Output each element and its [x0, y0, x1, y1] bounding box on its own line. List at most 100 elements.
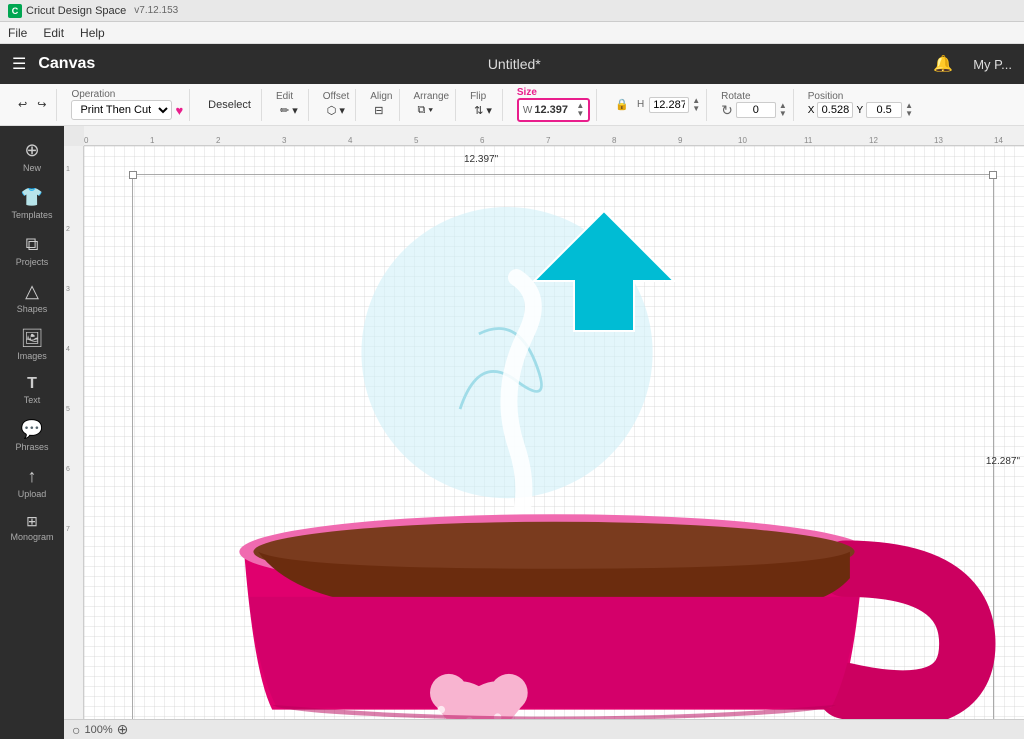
deselect-button[interactable]: Deselect: [204, 97, 255, 113]
my-profile[interactable]: My P...: [973, 57, 1012, 72]
ruler-4: 4: [348, 136, 352, 145]
height-spinners[interactable]: ▲ ▼: [692, 97, 700, 113]
main-layout: ⊕ New 👕 Templates ⧉ Projects △ Shapes 🖼 …: [0, 126, 1024, 739]
ruler-2: 2: [216, 136, 220, 145]
sidebar-item-phrases[interactable]: 💬 Phrases: [4, 413, 60, 458]
deselect-group: Deselect: [198, 89, 262, 121]
offset-button[interactable]: ⬡ ▾: [323, 102, 349, 119]
document-title: Untitled*: [107, 56, 921, 72]
flip-group: Flip ⇅ ▾: [464, 89, 503, 121]
y-input[interactable]: [866, 102, 902, 118]
redo-button[interactable]: ↪: [33, 96, 50, 113]
position-section: Position X Y ▲ ▼: [808, 91, 913, 118]
arrange-label: Arrange: [414, 91, 450, 102]
ruler-8: 8: [612, 136, 616, 145]
size-section: Size W ▲ ▼: [517, 87, 590, 122]
canvas-content: 12.397" 12.287": [84, 146, 1024, 719]
ruler-0: 0: [84, 136, 88, 145]
upload-icon: ↑: [28, 466, 37, 487]
sidebar-item-text[interactable]: T Text: [4, 369, 60, 411]
menu-help[interactable]: Help: [80, 26, 105, 40]
arrange-button[interactable]: ⧉ ▾: [414, 102, 438, 119]
offset-label: Offset: [323, 91, 350, 102]
sidebar-item-images[interactable]: 🖼 Images: [4, 322, 60, 367]
sidebar-item-projects[interactable]: ⧉ Projects: [4, 228, 60, 273]
images-icon: 🖼: [21, 328, 44, 349]
zoom-minus[interactable]: ○: [72, 722, 80, 738]
canvas-label: Canvas: [38, 55, 95, 73]
align-section: Align ⊟: [370, 91, 392, 119]
undo-button[interactable]: ↩: [14, 96, 31, 113]
toolbar: ↩ ↪ Operation Print Then Cut ♥ Deselect …: [0, 84, 1024, 126]
ruler-3: 3: [282, 136, 286, 145]
flip-label: Flip: [470, 91, 486, 102]
edit-button[interactable]: ✏ ▾: [276, 102, 302, 119]
ruler-v6: 6: [66, 466, 70, 473]
edit-group: Edit ✏ ▾: [270, 89, 309, 121]
notification-bell[interactable]: 🔔: [933, 54, 953, 74]
sidebar-item-new[interactable]: ⊕ New: [4, 134, 60, 179]
height-label: H: [637, 99, 644, 110]
ruler-10: 10: [738, 136, 747, 145]
width-spinners[interactable]: ▲ ▼: [576, 102, 584, 118]
flip-button[interactable]: ⇅ ▾: [470, 102, 496, 119]
lock-icon[interactable]: 🔒: [615, 98, 629, 111]
rotate-icon: ↻: [721, 102, 733, 119]
ruler-1: 1: [150, 136, 154, 145]
sidebar-upload-label: Upload: [18, 489, 47, 499]
rotate-input[interactable]: [736, 102, 776, 118]
operation-label: Operation: [71, 89, 115, 100]
ruler-11: 11: [804, 136, 812, 145]
zoom-value: 100%: [84, 724, 112, 736]
templates-icon: 👕: [21, 187, 43, 208]
arrange-section: Arrange ⧉ ▾: [414, 91, 450, 119]
canvas-area[interactable]: 0 1 2 3 4 5 6 7 8 9 10 11 12 13 14 1 2 3…: [64, 126, 1024, 739]
sidebar-templates-label: Templates: [11, 210, 52, 220]
height-input[interactable]: [649, 97, 689, 113]
align-button[interactable]: ⊟: [370, 102, 387, 119]
zoom-control: ○ 100% ⊕: [72, 721, 128, 738]
ruler-v2: 2: [66, 226, 70, 233]
title-bar: C Cricut Design Space v7.12.153: [0, 0, 1024, 22]
menu-edit[interactable]: Edit: [43, 26, 64, 40]
sidebar-monogram-label: Monogram: [10, 532, 53, 542]
sidebar-images-label: Images: [17, 351, 47, 361]
ruler-v5: 5: [66, 406, 70, 413]
undo-redo-group: ↩ ↪: [8, 89, 57, 121]
align-label: Align: [370, 91, 392, 102]
offset-section: Offset ⬡ ▾: [323, 91, 350, 119]
sidebar-item-templates[interactable]: 👕 Templates: [4, 181, 60, 226]
rotate-section: Rotate ↻ ▲ ▼: [721, 91, 787, 119]
flip-section: Flip ⇅ ▾: [470, 91, 496, 119]
sidebar-phrases-label: Phrases: [15, 442, 48, 452]
app-version: v7.12.153: [134, 5, 178, 16]
shapes-icon: △: [25, 281, 39, 302]
width-input[interactable]: [534, 104, 576, 116]
app-name: Cricut Design Space: [26, 5, 126, 17]
sidebar-item-shapes[interactable]: △ Shapes: [4, 275, 60, 320]
x-input[interactable]: [817, 102, 853, 118]
ruler-13: 13: [934, 136, 943, 145]
ruler-left: 1 2 3 4 5 6 7: [64, 146, 84, 739]
text-icon: T: [27, 375, 37, 393]
ruler-6: 6: [480, 136, 484, 145]
ruler-v1: 1: [66, 166, 70, 173]
ruler-7: 7: [546, 136, 550, 145]
offset-group: Offset ⬡ ▾: [317, 89, 357, 121]
size-box: W ▲ ▼: [517, 98, 590, 122]
operation-section: Operation Print Then Cut ♥: [71, 89, 183, 120]
ruler-top: 0 1 2 3 4 5 6 7 8 9 10 11 12 13 14: [84, 126, 1024, 146]
zoom-plus[interactable]: ⊕: [117, 721, 129, 738]
rotate-spinners[interactable]: ▲ ▼: [779, 102, 787, 118]
new-icon: ⊕: [24, 140, 39, 161]
ruler-v4: 4: [66, 346, 70, 353]
header: ☰ Canvas Untitled* 🔔 My P...: [0, 44, 1024, 84]
ruler-v3: 3: [66, 286, 70, 293]
operation-select[interactable]: Print Then Cut: [71, 100, 172, 120]
menu-file[interactable]: File: [8, 26, 27, 40]
hamburger-menu[interactable]: ☰: [12, 54, 26, 74]
position-spinners[interactable]: ▲ ▼: [905, 102, 913, 118]
sidebar-text-label: Text: [24, 395, 41, 405]
sidebar-item-monogram[interactable]: ⊞ Monogram: [4, 507, 60, 548]
sidebar-item-upload[interactable]: ↑ Upload: [4, 460, 60, 505]
